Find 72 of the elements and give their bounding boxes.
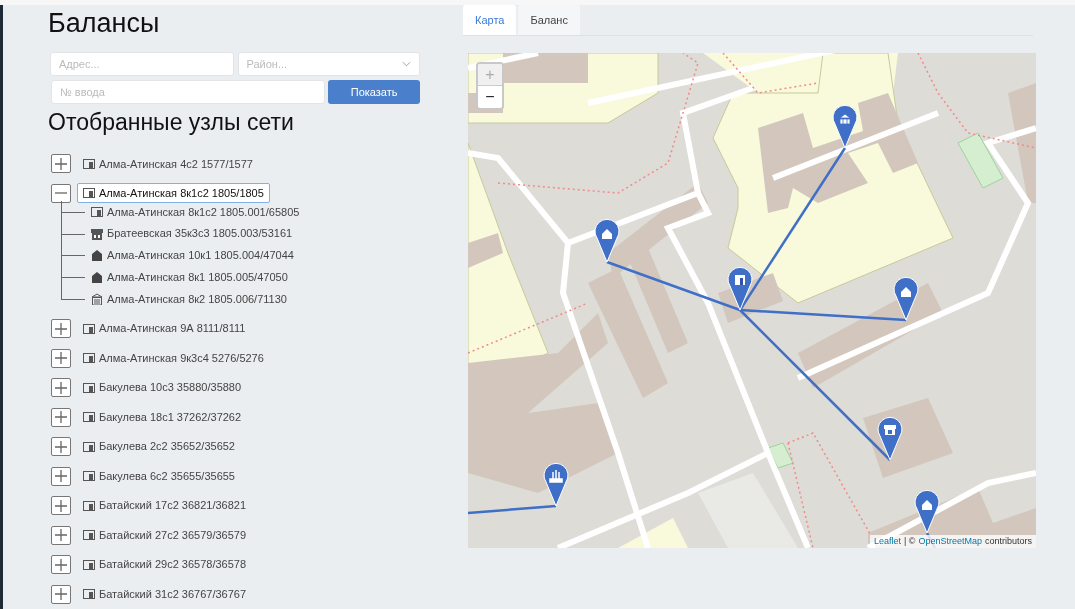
house-icon <box>91 249 103 262</box>
attribution-text: contributors <box>984 535 1032 548</box>
plus-icon <box>55 470 67 483</box>
tree-node[interactable]: Бакулева 2с2 35652/35652 <box>77 436 241 457</box>
substation-icon <box>83 411 95 424</box>
substation-icon <box>83 440 95 453</box>
plus-icon <box>55 558 67 571</box>
expand-button[interactable] <box>51 154 71 174</box>
plus-icon <box>55 499 67 512</box>
tree-node[interactable]: Алма-Атинская 8к2 1805.006/71130 <box>85 288 287 310</box>
tab[interactable]: Карта <box>463 5 517 35</box>
plus-icon <box>55 529 67 542</box>
leaflet-link[interactable]: Leaflet <box>873 535 901 548</box>
substation-icon <box>83 157 95 170</box>
tree-node[interactable]: Бакулева 10с3 35880/35880 <box>77 377 248 398</box>
tree-node[interactable]: Батайский 29с2 36578/36578 <box>77 554 253 575</box>
plus-icon <box>55 440 67 453</box>
tree-node[interactable]: Батайский 27с2 36579/36579 <box>77 525 253 546</box>
shop-icon <box>91 227 103 240</box>
expand-button[interactable] <box>51 555 71 575</box>
tree-node[interactable]: Алма-Атинская 9к3с4 5276/5276 <box>77 348 270 369</box>
tree-node[interactable]: Алма-Атинская 8к1 1805.005/47050 <box>85 266 288 289</box>
show-button[interactable]: Показать <box>328 80 420 104</box>
minus-icon <box>55 192 67 195</box>
expand-button[interactable] <box>51 348 71 368</box>
house-icon <box>91 271 103 284</box>
substation-icon <box>83 499 95 512</box>
substation-icon <box>91 205 103 218</box>
tab[interactable]: Баланс <box>518 5 580 35</box>
tree-node[interactable]: Алма-Атинская 10к1 1805.004/47044 <box>85 244 294 267</box>
plus-icon <box>55 352 67 365</box>
plus-icon <box>55 411 67 424</box>
substation-icon <box>83 588 95 601</box>
substation-icon <box>83 558 95 571</box>
substation-icon <box>83 187 95 200</box>
plus-icon <box>55 381 67 394</box>
collapse-button[interactable] <box>51 183 71 203</box>
tree-node[interactable]: Алма-Атинская 8к1с2 1805.001/65805 <box>85 201 300 223</box>
zoom-out-button[interactable]: − <box>478 86 502 108</box>
substation-icon <box>83 381 95 394</box>
expand-button[interactable] <box>51 319 71 339</box>
plus-icon <box>55 157 67 170</box>
openstreetmap-link[interactable]: OpenStreetMap <box>918 535 982 548</box>
attribution-separator: | © <box>903 535 916 548</box>
plus-icon <box>55 322 67 335</box>
tree-node[interactable]: Алма-Атинская 9А 8111/8111 <box>77 318 252 339</box>
expand-button[interactable] <box>51 378 71 398</box>
address-field[interactable]: Адрес... <box>50 52 234 76</box>
expand-button[interactable] <box>51 584 71 604</box>
tree-node[interactable]: Алма-Атинская 8к1с2 1805/1805 <box>77 183 270 204</box>
page-title: Балансы <box>48 7 161 40</box>
substation-icon <box>83 470 95 483</box>
expand-button[interactable] <box>51 466 71 486</box>
expand-button[interactable] <box>51 496 71 516</box>
map-drawing[interactable] <box>468 53 1036 548</box>
chevron-down-icon <box>402 61 411 67</box>
expand-button[interactable] <box>51 437 71 457</box>
section-title: Отобранные узлы сети <box>48 108 295 137</box>
plus-icon <box>55 588 67 601</box>
substation-icon <box>83 352 95 365</box>
substation-icon <box>83 529 95 542</box>
tree-node[interactable]: Бакулева 6с2 35655/35655 <box>77 466 241 487</box>
tree-node[interactable]: Бакулева 18с1 37262/37262 <box>77 407 248 428</box>
expand-button[interactable] <box>51 525 71 545</box>
substation-icon <box>83 322 95 335</box>
building-icon <box>91 293 103 306</box>
expand-button[interactable] <box>51 407 71 427</box>
tree-node[interactable]: Батайский 31с2 36767/36767 <box>77 584 253 605</box>
tree-node[interactable]: Братеевская 35к3с3 1805.003/53161 <box>85 222 293 245</box>
entry-number-field[interactable]: № ввода <box>51 80 326 104</box>
tree-node[interactable]: Батайский 17с2 36821/36821 <box>77 495 253 516</box>
tree-node[interactable]: Алма-Атинская 4с2 1577/1577 <box>77 153 259 174</box>
